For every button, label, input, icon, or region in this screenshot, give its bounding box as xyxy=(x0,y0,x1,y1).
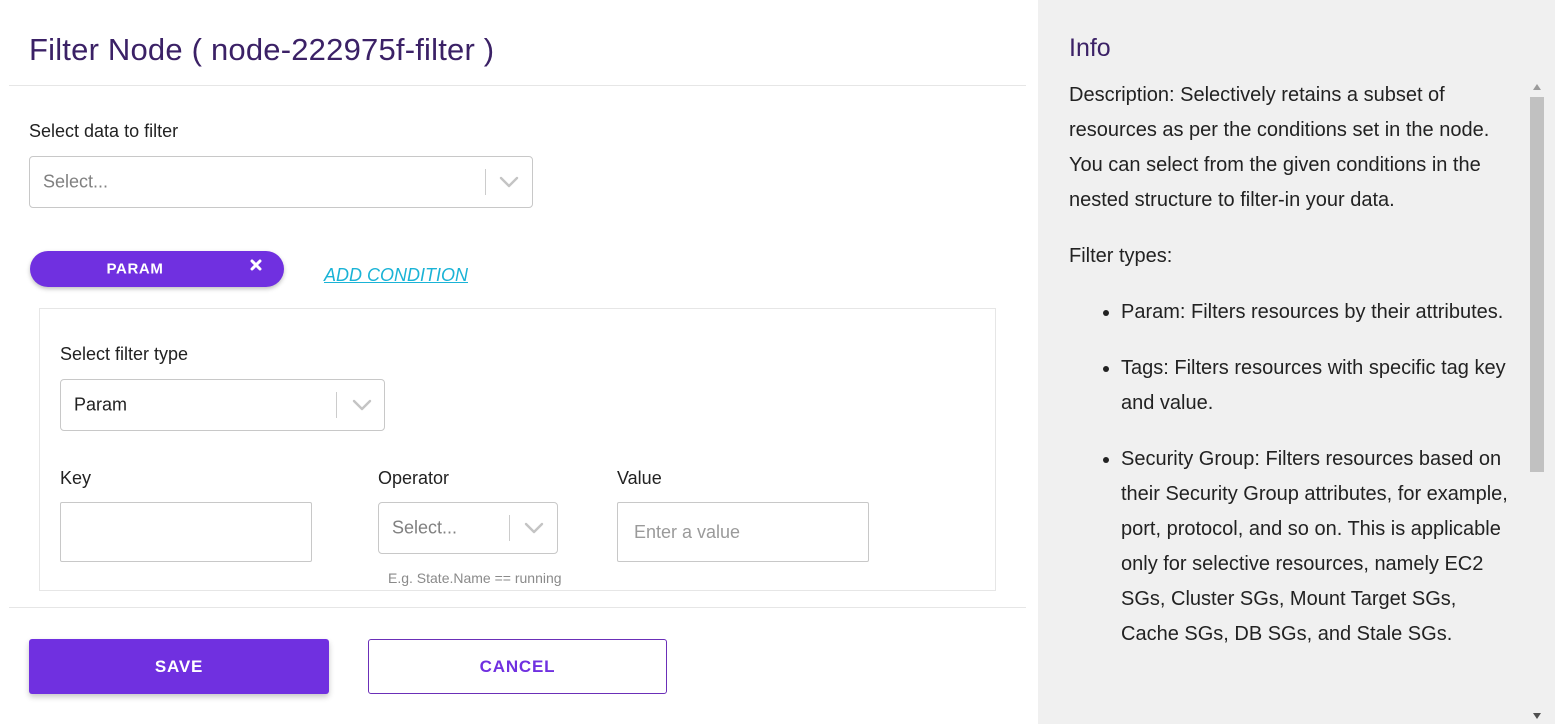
operator-placeholder: Select... xyxy=(392,517,458,538)
save-button[interactable]: SAVE xyxy=(29,639,329,694)
info-sidebar: Info Description: Selectively retains a … xyxy=(1038,0,1555,724)
data-select-placeholder: Select... xyxy=(43,171,109,192)
header-divider xyxy=(9,85,1026,86)
page-title: Filter Node ( node-222975f-filter ) xyxy=(29,32,495,67)
dropdown-separator xyxy=(509,515,510,541)
filter-node-panel: Filter Node ( node-222975f-filter ) Sele… xyxy=(0,0,1038,724)
chevron-down-icon[interactable] xyxy=(499,176,519,188)
key-label: Key xyxy=(60,468,92,488)
chevron-down-icon[interactable] xyxy=(524,522,544,534)
filter-type-dropdown[interactable]: Param xyxy=(60,379,385,431)
list-item: Tags: Filters resources with specific ta… xyxy=(1121,351,1519,421)
add-condition-link[interactable]: ADD CONDITION xyxy=(324,265,468,286)
list-item: Param: Filters resources by their attrib… xyxy=(1121,295,1519,330)
chevron-down-icon[interactable] xyxy=(352,399,372,411)
filter-types-list: Param: Filters resources by their attrib… xyxy=(1121,295,1519,652)
condition-tab-label: PARAM xyxy=(106,260,164,278)
list-item: Security Group: Filters resources based … xyxy=(1121,442,1519,652)
scroll-up-arrow-icon[interactable] xyxy=(1533,84,1541,90)
cancel-button[interactable]: CANCEL xyxy=(368,639,667,694)
close-icon[interactable] xyxy=(249,258,263,272)
footer-divider xyxy=(9,607,1026,608)
filter-type-value: Param xyxy=(74,394,128,415)
scrollbar-thumb[interactable] xyxy=(1530,97,1544,472)
info-title: Info xyxy=(1069,34,1111,62)
condition-tab-param[interactable]: PARAM xyxy=(30,251,284,287)
info-description: Description: Selectively retains a subse… xyxy=(1069,84,1490,211)
value-input[interactable] xyxy=(617,502,869,562)
data-select-dropdown[interactable]: Select... xyxy=(29,156,533,208)
scroll-down-arrow-icon[interactable] xyxy=(1533,713,1541,719)
data-select-label: Select data to filter xyxy=(29,121,179,141)
operator-label: Operator xyxy=(378,468,450,488)
operator-hint: E.g. State.Name == running xyxy=(388,570,562,586)
dropdown-separator xyxy=(485,169,486,195)
operator-dropdown[interactable]: Select... xyxy=(378,502,558,554)
info-content: Description: Selectively retains a subse… xyxy=(1069,78,1519,673)
filter-types-heading: Filter types: xyxy=(1069,245,1173,267)
filter-type-label: Select filter type xyxy=(60,344,189,364)
value-label: Value xyxy=(617,468,662,488)
key-input[interactable] xyxy=(60,502,312,562)
dropdown-separator xyxy=(336,392,337,418)
